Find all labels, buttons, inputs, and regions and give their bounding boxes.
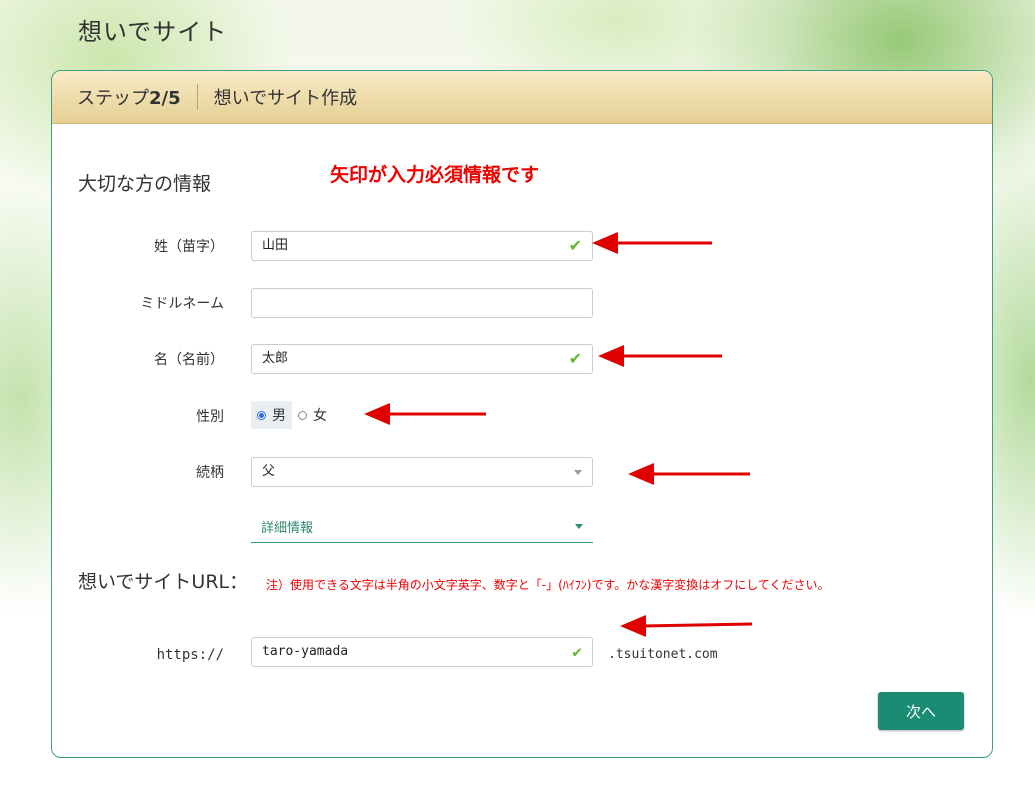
last-name-input[interactable] bbox=[262, 232, 569, 260]
header-divider bbox=[196, 84, 198, 110]
url-domain: .tsuitonet.com bbox=[608, 647, 718, 662]
check-icon: ✔ bbox=[568, 349, 582, 368]
section-title: 大切な方の情報 bbox=[78, 173, 212, 195]
relation-select[interactable]: 父 bbox=[251, 457, 593, 487]
url-section-title: 想いでサイトURL： bbox=[78, 571, 249, 593]
radio-selected-icon[interactable] bbox=[257, 410, 266, 420]
gender-option-male[interactable]: 男 bbox=[251, 401, 292, 429]
step-indicator: ステップ2/5 bbox=[77, 88, 181, 109]
url-prefix: https:// bbox=[156, 647, 224, 663]
caret-down-icon bbox=[575, 524, 583, 529]
details-label: 詳細情報 bbox=[261, 521, 314, 536]
middle-name-input[interactable] bbox=[262, 289, 582, 317]
step-header: ステップ2/5 想いでサイト作成 bbox=[52, 71, 992, 124]
form-card: ステップ2/5 想いでサイト作成 大切な方の情報 矢印が入力必須情報です 姓（苗… bbox=[51, 70, 993, 758]
page-title: 想いでサイト bbox=[78, 18, 228, 46]
details-toggle[interactable]: 詳細情報 bbox=[251, 511, 593, 543]
last-name-field[interactable]: ✔ bbox=[251, 231, 593, 261]
next-button[interactable]: 次へ bbox=[878, 692, 964, 730]
arrow-left-icon bbox=[620, 615, 753, 637]
check-icon: ✔ bbox=[568, 236, 582, 255]
first-name-input[interactable] bbox=[262, 345, 569, 373]
check-icon: ✔ bbox=[572, 642, 582, 661]
step-title: 想いでサイト作成 bbox=[213, 88, 358, 109]
first-name-field[interactable]: ✔ bbox=[251, 344, 593, 374]
arrow-left-icon bbox=[598, 345, 722, 367]
relation-label: 続柄 bbox=[196, 465, 224, 481]
gender-label: 性別 bbox=[196, 409, 224, 425]
radio-unselected-icon[interactable] bbox=[298, 410, 307, 420]
middle-name-field[interactable] bbox=[251, 288, 593, 318]
caret-down-icon bbox=[574, 469, 582, 475]
url-field[interactable]: ✔ bbox=[251, 637, 593, 667]
arrow-left-icon bbox=[364, 403, 486, 425]
gender-radio-group: 男 女 bbox=[251, 401, 333, 429]
url-note: 注）使用できる文字は半角の小文字英字、数字と「-」(ﾊｲﾌﾝ)です。かな漢字変換… bbox=[266, 578, 830, 592]
relation-value: 父 bbox=[262, 464, 276, 479]
arrow-left-icon bbox=[628, 463, 750, 485]
gender-option-female[interactable]: 女 bbox=[292, 401, 333, 429]
arrow-left-icon bbox=[592, 232, 712, 254]
first-name-label: 名（名前） bbox=[154, 352, 224, 368]
required-notice: 矢印が入力必須情報です bbox=[330, 164, 540, 186]
middle-name-label: ミドルネーム bbox=[140, 296, 224, 312]
last-name-label: 姓（苗字） bbox=[154, 239, 224, 255]
url-input[interactable] bbox=[262, 638, 573, 666]
